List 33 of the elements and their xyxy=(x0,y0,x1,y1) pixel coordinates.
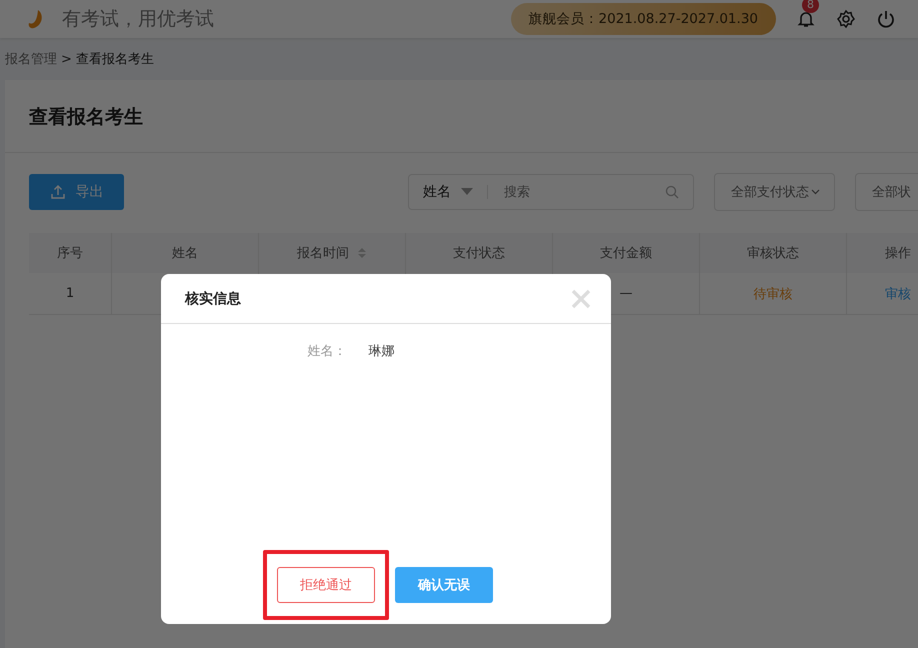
upload-icon xyxy=(50,184,66,200)
dialog-title: 核实信息 xyxy=(185,290,241,308)
export-button[interactable]: 导出 xyxy=(29,174,124,210)
column-header: 姓名 xyxy=(112,233,258,273)
field-value: 琳娜 xyxy=(368,343,394,360)
column-header: 支付金额 xyxy=(552,233,700,273)
column-header: 操作 xyxy=(846,233,918,273)
app-slogan: 有考试，用优考试 xyxy=(62,7,215,32)
bell-icon[interactable] xyxy=(796,9,816,29)
page-title: 查看报名考生 xyxy=(5,80,918,153)
filter-dropdown[interactable]: 全部支付状态 xyxy=(714,173,835,211)
table-cell: 1 xyxy=(29,273,112,314)
search-icon xyxy=(665,185,679,199)
breadcrumb-link[interactable]: 报名管理 xyxy=(5,50,57,68)
field-select[interactable]: 姓名 xyxy=(423,185,488,199)
breadcrumb-separator: > xyxy=(61,52,72,66)
settings-icon[interactable] xyxy=(836,9,856,29)
column-header: 支付状态 xyxy=(406,233,552,273)
chevron-icon xyxy=(811,189,820,195)
reject-button[interactable]: 拒绝通过 xyxy=(277,567,375,603)
column-header: 序号 xyxy=(29,233,112,273)
column-header: 审核状态 xyxy=(700,233,846,273)
caret-icon xyxy=(461,188,473,196)
confirm-button[interactable]: 确认无误 xyxy=(395,567,493,603)
review-link[interactable]: 审核 xyxy=(885,286,911,302)
column-header: 报名时间 xyxy=(258,233,406,273)
filter-dropdown[interactable]: 全部状 xyxy=(855,173,918,211)
field-label: 姓名： xyxy=(308,343,346,360)
power-icon[interactable] xyxy=(876,9,896,29)
notification-count: 8 xyxy=(802,0,819,13)
search-field[interactable]: 姓名 搜索 xyxy=(408,174,694,210)
membership-badge: 旗舰会员：2021.08.27-2027.01.30 xyxy=(510,3,776,35)
review-status: 待审核 xyxy=(700,273,846,314)
